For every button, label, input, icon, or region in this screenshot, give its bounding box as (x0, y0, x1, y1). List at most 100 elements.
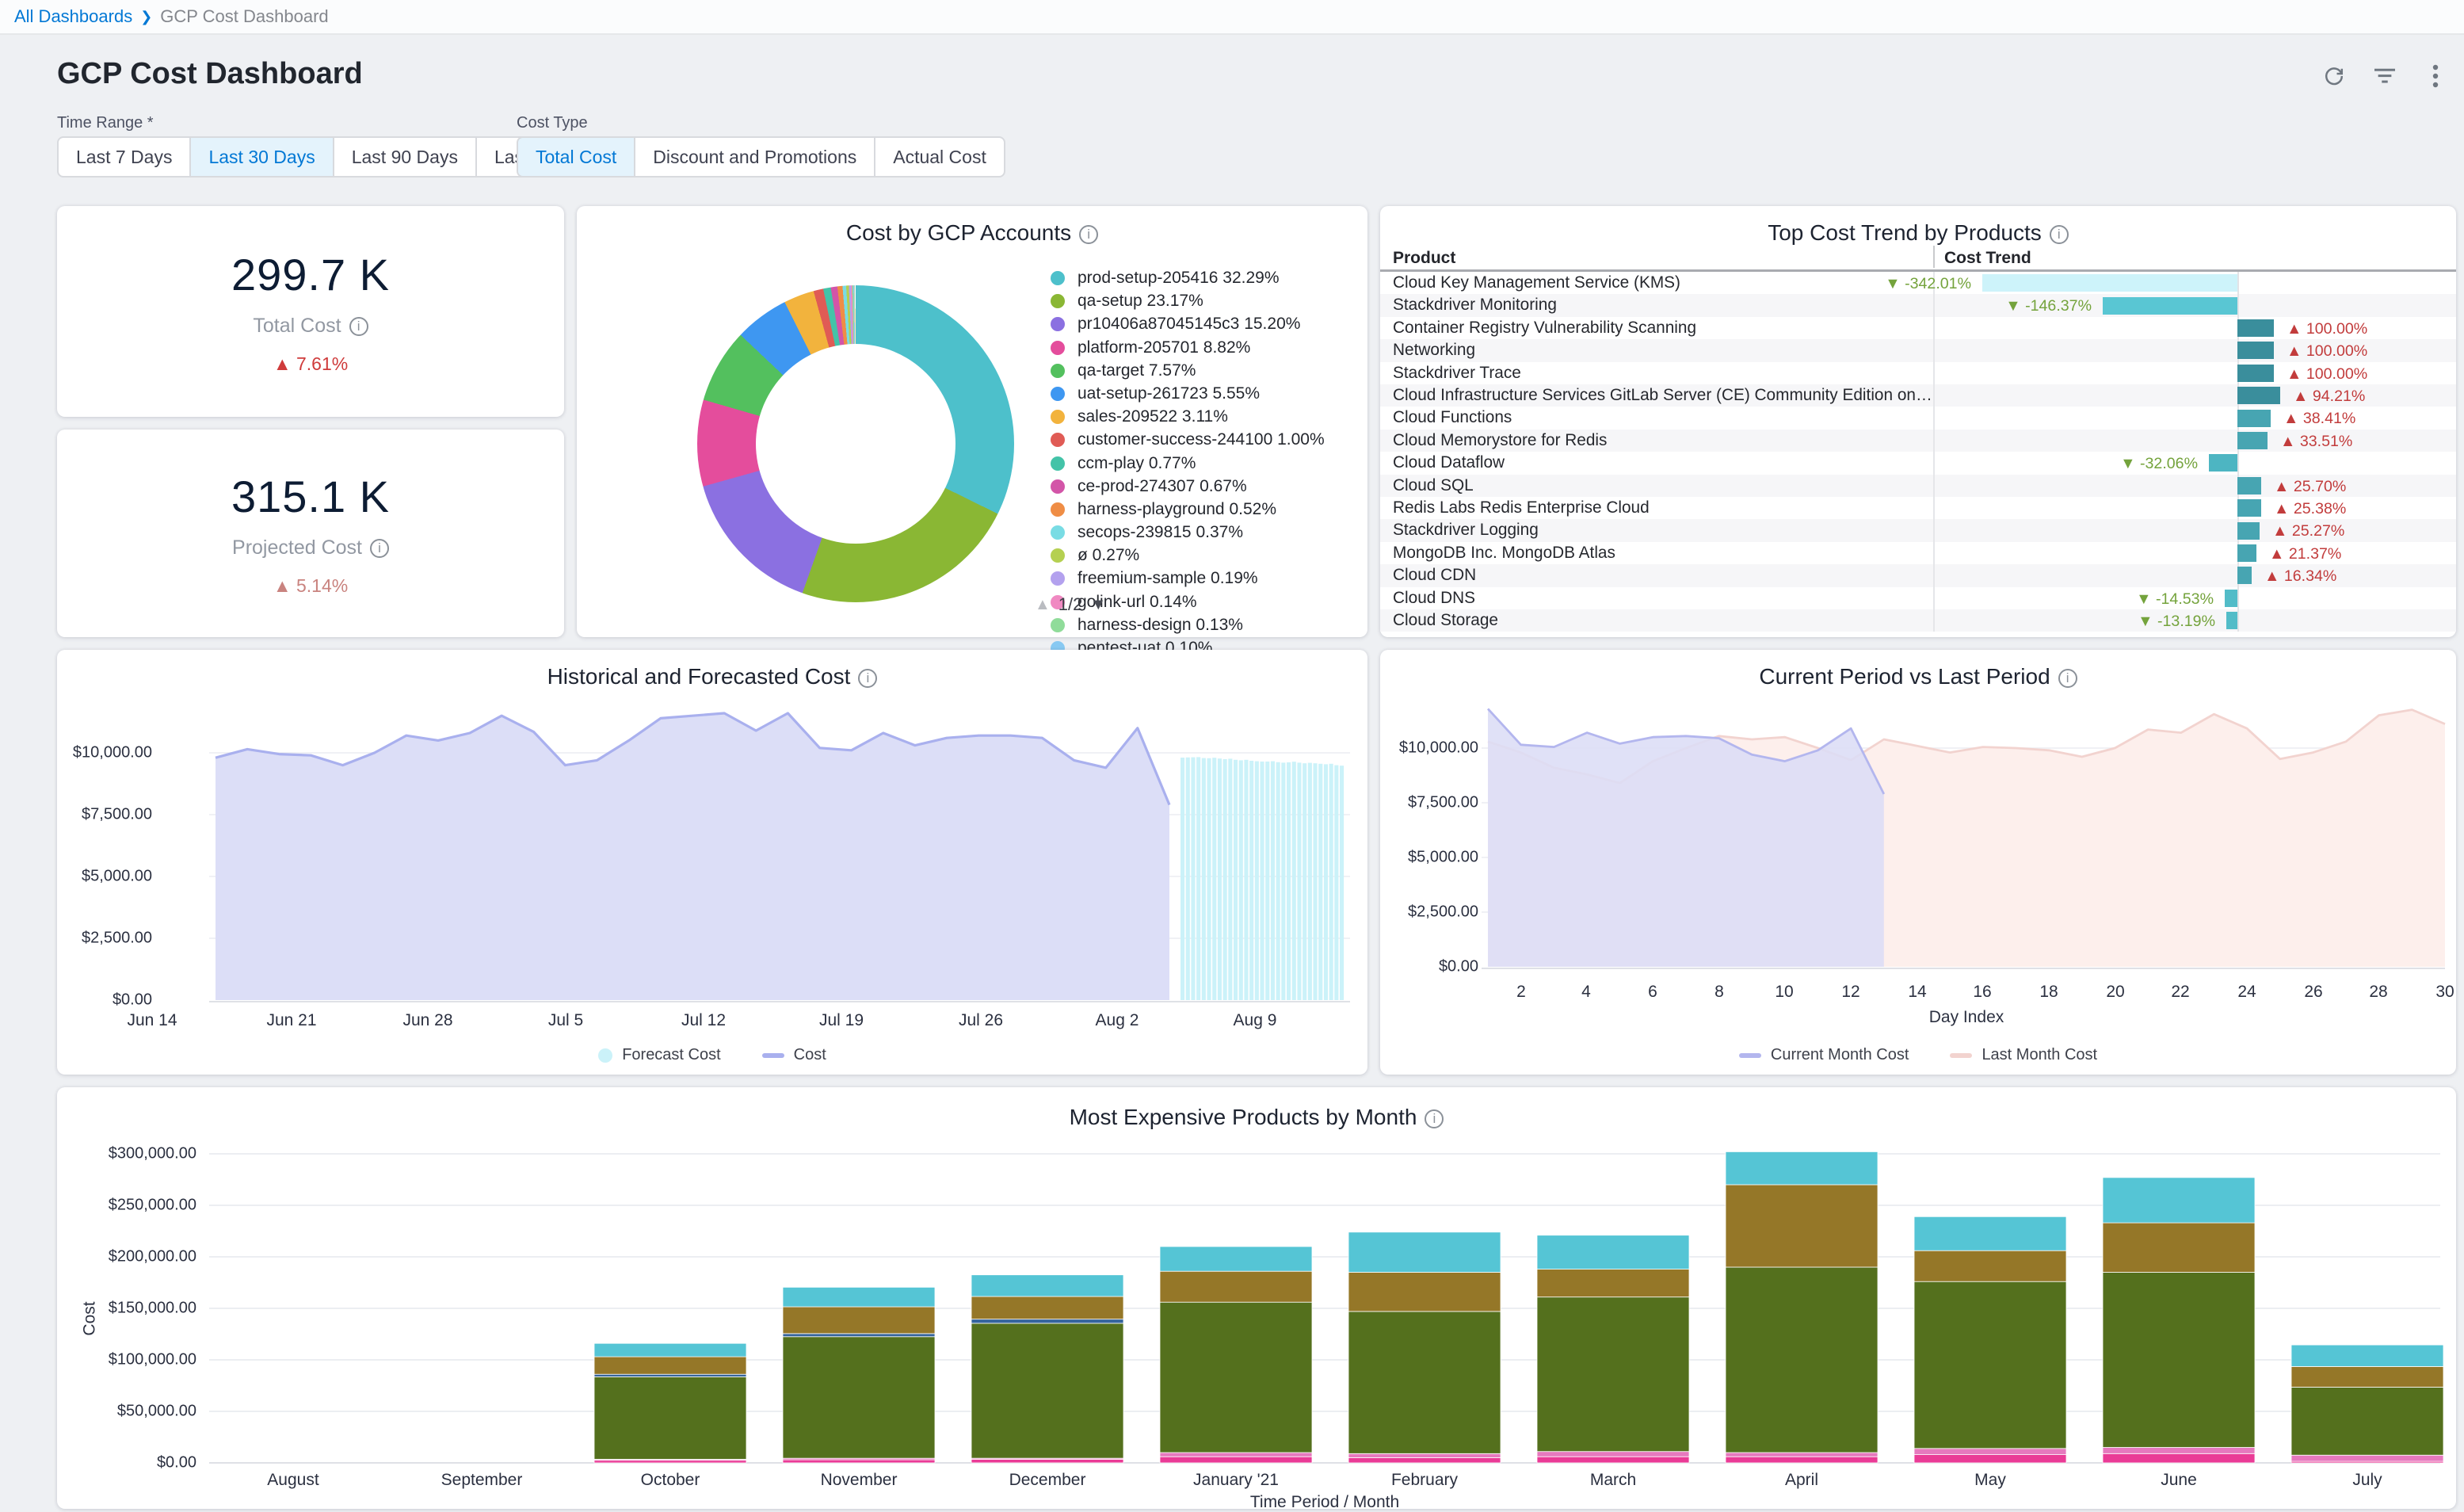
legend-item[interactable]: harness-design 0.13% (1051, 617, 1352, 634)
legend-label: harness-design 0.13% (1078, 617, 1352, 634)
legend-item[interactable]: Last Month Cost (1950, 1046, 2097, 1064)
x-axis-tick: April (1785, 1471, 1818, 1490)
trend-bar (2237, 544, 2256, 562)
table-title: Top Cost Trend by Productsi (1380, 220, 2456, 246)
legend-item-forecast-cost[interactable]: Forecast Cost (598, 1046, 720, 1064)
x-axis-tick: 30 (2435, 983, 2454, 1002)
legend-item[interactable]: uat-setup-261723 5.55% (1051, 385, 1352, 403)
legend-label: ø 0.27% (1078, 547, 1352, 564)
x-axis-tick: Jul 12 (681, 1011, 726, 1030)
product-name: Cloud Dataflow (1380, 452, 1933, 474)
legend-swatch (1051, 502, 1065, 517)
x-axis-tick: Jun 21 (266, 1011, 316, 1030)
legend-label: ccm-play 0.77% (1078, 455, 1352, 472)
legend-item[interactable]: secops-239815 0.37% (1051, 524, 1352, 541)
legend-item[interactable]: qa-target 7.57% (1051, 362, 1352, 380)
x-axis-tick: 26 (2304, 983, 2322, 1002)
cost-trend-cell: ▲ 100.00% (1933, 339, 2456, 361)
refresh-icon[interactable] (2321, 63, 2347, 89)
y-axis-tick: $7,500.00 (1383, 794, 1478, 812)
legend-label: customer-success-244100 1.00% (1078, 431, 1352, 449)
page-title: GCP Cost Dashboard (57, 57, 363, 91)
trend-bar (2237, 432, 2268, 449)
historical-forecast-card: Historical and Forecasted Costi $0.00$2,… (57, 650, 1367, 1075)
legend-item[interactable]: customer-success-244100 1.00% (1051, 431, 1352, 449)
y-axis-tick: $300,000.00 (60, 1145, 196, 1163)
y-axis-tick: $10,000.00 (60, 744, 152, 762)
trend-value: ▲ 25.38% (2274, 500, 2346, 518)
legend-item[interactable]: ø 0.27% (1051, 547, 1352, 564)
legend-swatch (1051, 479, 1065, 494)
legend-item[interactable]: prod-setup-205416 32.29% (1051, 269, 1352, 287)
info-icon[interactable]: i (2050, 225, 2069, 244)
cost-trend-cell: ▼ -342.01% (1933, 272, 2456, 294)
table-row: Cloud Memorystore for Redis ▲ 33.51% (1380, 430, 2456, 452)
x-axis-tick: 16 (1973, 983, 1991, 1002)
page-up-icon[interactable]: ▲ (1035, 596, 1051, 614)
legend-swatch (1051, 618, 1065, 632)
legend-item[interactable]: harness-playground 0.52% (1051, 501, 1352, 518)
legend-swatch (598, 1048, 612, 1063)
legend-item[interactable]: pr10406a87045145c3 15.20% (1051, 315, 1352, 333)
product-name: Stackdriver Trace (1380, 362, 1933, 384)
product-name: Cloud Storage (1380, 609, 1933, 632)
trend-value: ▼ -14.53% (2136, 590, 2214, 609)
legend-label: Current Month Cost (1771, 1046, 1909, 1064)
legend-item[interactable]: platform-205701 8.82% (1051, 339, 1352, 357)
legend-swatch (1051, 456, 1065, 471)
y-axis-tick: $10,000.00 (1383, 739, 1478, 758)
filter-icon[interactable] (2372, 63, 2397, 89)
legend-item-cost[interactable]: Cost (762, 1046, 826, 1064)
trend-axis (2237, 294, 2239, 316)
cost-trend-cell: ▲ 100.00% (1933, 317, 2456, 339)
trend-value: ▲ 33.51% (2280, 433, 2352, 451)
legend-label: prod-setup-205416 32.29% (1078, 269, 1352, 287)
legend-item[interactable]: Current Month Cost (1739, 1046, 1909, 1064)
cost-type-option[interactable]: Actual Cost (875, 136, 1005, 178)
table-row: Cloud CDN▲ 16.34% (1380, 564, 2456, 586)
trend-value: ▲ 21.37% (2269, 545, 2341, 563)
total-cost-label: Total Costi (253, 315, 368, 338)
product-name: Cloud Infrastructure Services GitLab Ser… (1380, 384, 1933, 407)
kebab-menu-icon[interactable] (2423, 63, 2448, 89)
y-axis-tick: $100,000.00 (60, 1351, 196, 1369)
y-axis-tick: $7,500.00 (60, 806, 152, 824)
table-row: Cloud Infrastructure Services GitLab Ser… (1380, 384, 2456, 407)
breadcrumb-all-dashboards-link[interactable]: All Dashboards (14, 6, 132, 27)
legend-item[interactable]: sales-209522 3.11% (1051, 408, 1352, 426)
table-row: Cloud Dataflow▼ -32.06% (1380, 452, 2456, 474)
info-icon[interactable]: i (1079, 225, 1098, 244)
trend-value: ▲ 100.00% (2287, 342, 2367, 361)
x-axis-tick: Jul 19 (819, 1011, 864, 1030)
table-row: Cloud Key Management Service (KMS)▼ -342… (1380, 272, 2456, 294)
legend-pagination: ▲ 1/2 ▼ (1035, 594, 1106, 615)
time-range-option[interactable]: Last 30 Days (191, 136, 334, 178)
page-down-icon[interactable]: ▼ (1090, 596, 1106, 614)
legend-item[interactable]: ccm-play 0.77% (1051, 455, 1352, 472)
trend-axis (2237, 452, 2239, 474)
trend-value: ▼ -13.19% (2138, 613, 2215, 631)
info-icon[interactable]: i (370, 539, 389, 558)
legend-swatch (1051, 364, 1065, 378)
trend-value: ▲ 25.27% (2272, 522, 2344, 540)
x-axis-tick: 28 (2369, 983, 2387, 1002)
x-axis-title: Day Index (1929, 1008, 2004, 1027)
cost-type-option[interactable]: Total Cost (517, 136, 635, 178)
cost-type-option[interactable]: Discount and Promotions (635, 136, 875, 178)
time-range-option[interactable]: Last 7 Days (57, 136, 191, 178)
cost-trend-cell: ▼ -13.19% (1933, 609, 2456, 632)
legend-item[interactable]: qa-setup 23.17% (1051, 292, 1352, 310)
legend-label: golink-url 0.14% (1078, 594, 1352, 611)
cost-trend-cell: ▲ 25.70% (1933, 475, 2456, 497)
trend-bar (2237, 477, 2261, 494)
product-name: Cloud Memorystore for Redis (1380, 430, 1933, 452)
legend-item[interactable]: freemium-sample 0.19% (1051, 570, 1352, 587)
page-indicator: 1/2 (1058, 594, 1083, 615)
legend-swatch (1051, 317, 1065, 331)
trend-axis (2237, 587, 2239, 609)
legend-item[interactable]: ce-prod-274307 0.67% (1051, 478, 1352, 495)
table-row: Networking▲ 100.00% (1380, 339, 2456, 361)
time-range-option[interactable]: Last 90 Days (334, 136, 477, 178)
x-axis-title: Time Period / Month (1250, 1493, 1399, 1512)
info-icon[interactable]: i (349, 317, 368, 336)
